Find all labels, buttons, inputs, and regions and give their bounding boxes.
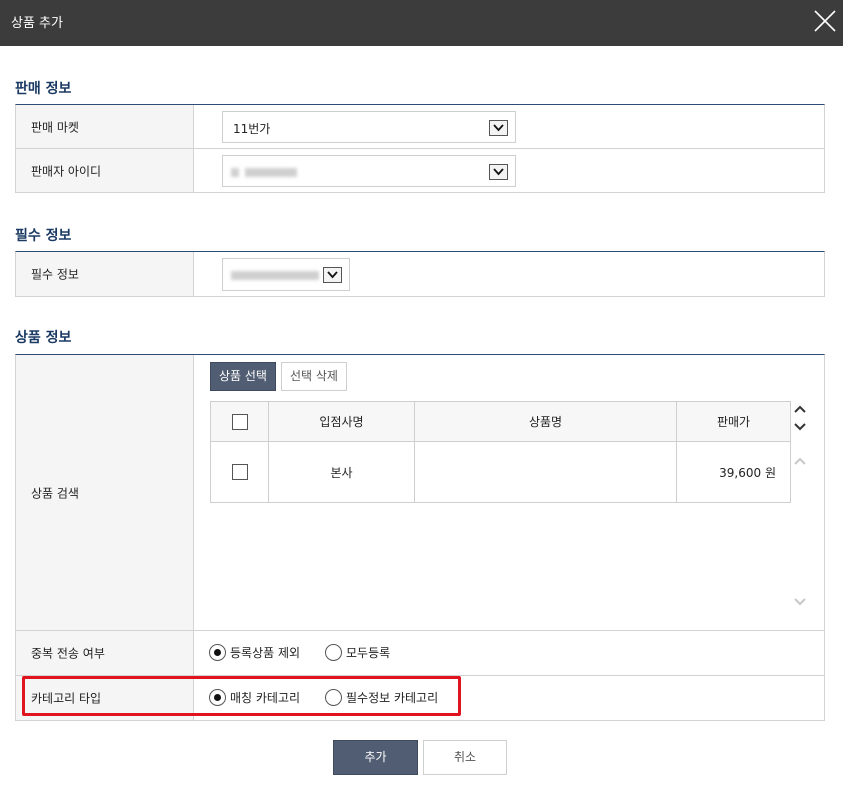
redacted-value bbox=[231, 271, 319, 280]
product-info-title: 상품 정보 bbox=[15, 330, 72, 346]
cell-vendor: 본사 bbox=[269, 442, 415, 502]
dialog-title: 상품 추가 bbox=[11, 16, 63, 31]
column-header-product-name: 상품명 bbox=[415, 402, 677, 441]
product-search-label: 상품 검색 bbox=[31, 486, 79, 500]
duplicate-option-all[interactable]: 모두등록 bbox=[325, 644, 390, 661]
market-select-value: 11번가 bbox=[233, 122, 271, 136]
product-search-row: 상품 검색 상품 선택 선택 삭제 입점사명 상품명 판매가 본사 39,600… bbox=[16, 355, 824, 631]
redacted-value bbox=[231, 168, 239, 177]
chevron-down-icon bbox=[489, 164, 508, 180]
duplicate-label: 중복 전송 여부 bbox=[31, 646, 105, 661]
required-info-title: 필수 정보 bbox=[15, 228, 72, 244]
add-button[interactable]: 추가 bbox=[333, 740, 418, 775]
radio-unchecked-icon bbox=[325, 689, 342, 706]
sales-info-title: 판매 정보 bbox=[15, 81, 72, 97]
cell-product-name bbox=[415, 442, 677, 502]
scroll-up-icon[interactable] bbox=[792, 453, 808, 469]
product-grid: 입점사명 상품명 판매가 본사 39,600 원 bbox=[210, 401, 791, 503]
required-info-table: 필수 정보 bbox=[15, 251, 825, 297]
category-row: 카테고리 타입 매칭 카테고리 필수정보 카테고리 bbox=[16, 676, 824, 721]
category-label: 카테고리 타입 bbox=[31, 691, 102, 706]
radio-checked-icon bbox=[209, 689, 226, 706]
required-info-label: 필수 정보 bbox=[31, 267, 79, 282]
column-header-vendor: 입점사명 bbox=[269, 402, 415, 441]
scroll-up-icon[interactable] bbox=[792, 401, 808, 417]
delete-selected-button[interactable]: 선택 삭제 bbox=[281, 362, 347, 391]
select-all-checkbox[interactable] bbox=[231, 413, 248, 430]
cell-price: 39,600 원 bbox=[719, 465, 776, 480]
duplicate-option-exclude[interactable]: 등록상품 제외 bbox=[209, 644, 300, 661]
radio-checked-icon bbox=[209, 644, 226, 661]
dialog-titlebar: 상품 추가 bbox=[0, 0, 843, 46]
category-option-matching[interactable]: 매칭 카테고리 bbox=[209, 689, 300, 706]
product-info-table: 상품 검색 상품 선택 선택 삭제 입점사명 상품명 판매가 본사 39,600… bbox=[15, 354, 825, 721]
sales-info-table: 판매 마켓 11번가 판매자 아이디 bbox=[15, 104, 825, 193]
table-row: 본사 39,600 원 bbox=[211, 442, 790, 502]
scroll-down-icon[interactable] bbox=[792, 594, 808, 610]
scroll-down-icon[interactable] bbox=[792, 419, 808, 435]
duplicate-row: 중복 전송 여부 등록상품 제외 모두등록 bbox=[16, 631, 824, 676]
grid-header: 입점사명 상품명 판매가 bbox=[211, 402, 790, 442]
close-icon[interactable] bbox=[813, 9, 837, 33]
seller-id-select[interactable] bbox=[222, 155, 516, 187]
row-checkbox[interactable] bbox=[231, 464, 248, 480]
cancel-button[interactable]: 취소 bbox=[423, 740, 507, 775]
seller-id-row: 판매자 아이디 bbox=[16, 149, 824, 193]
seller-id-label: 판매자 아이디 bbox=[31, 164, 102, 178]
redacted-value bbox=[245, 168, 297, 177]
required-info-select[interactable] bbox=[222, 258, 350, 291]
vertical-scrollbar[interactable] bbox=[792, 401, 808, 616]
market-label: 판매 마켓 bbox=[31, 120, 79, 134]
column-header-price: 판매가 bbox=[716, 415, 751, 429]
market-row: 판매 마켓 11번가 bbox=[16, 105, 824, 149]
radio-unchecked-icon bbox=[325, 644, 342, 661]
required-info-row: 필수 정보 bbox=[16, 252, 824, 297]
category-option-required[interactable]: 필수정보 카테고리 bbox=[325, 689, 438, 706]
market-select[interactable]: 11번가 bbox=[222, 111, 516, 143]
chevron-down-icon bbox=[323, 267, 342, 283]
chevron-down-icon bbox=[489, 120, 508, 136]
select-product-button[interactable]: 상품 선택 bbox=[210, 362, 276, 391]
